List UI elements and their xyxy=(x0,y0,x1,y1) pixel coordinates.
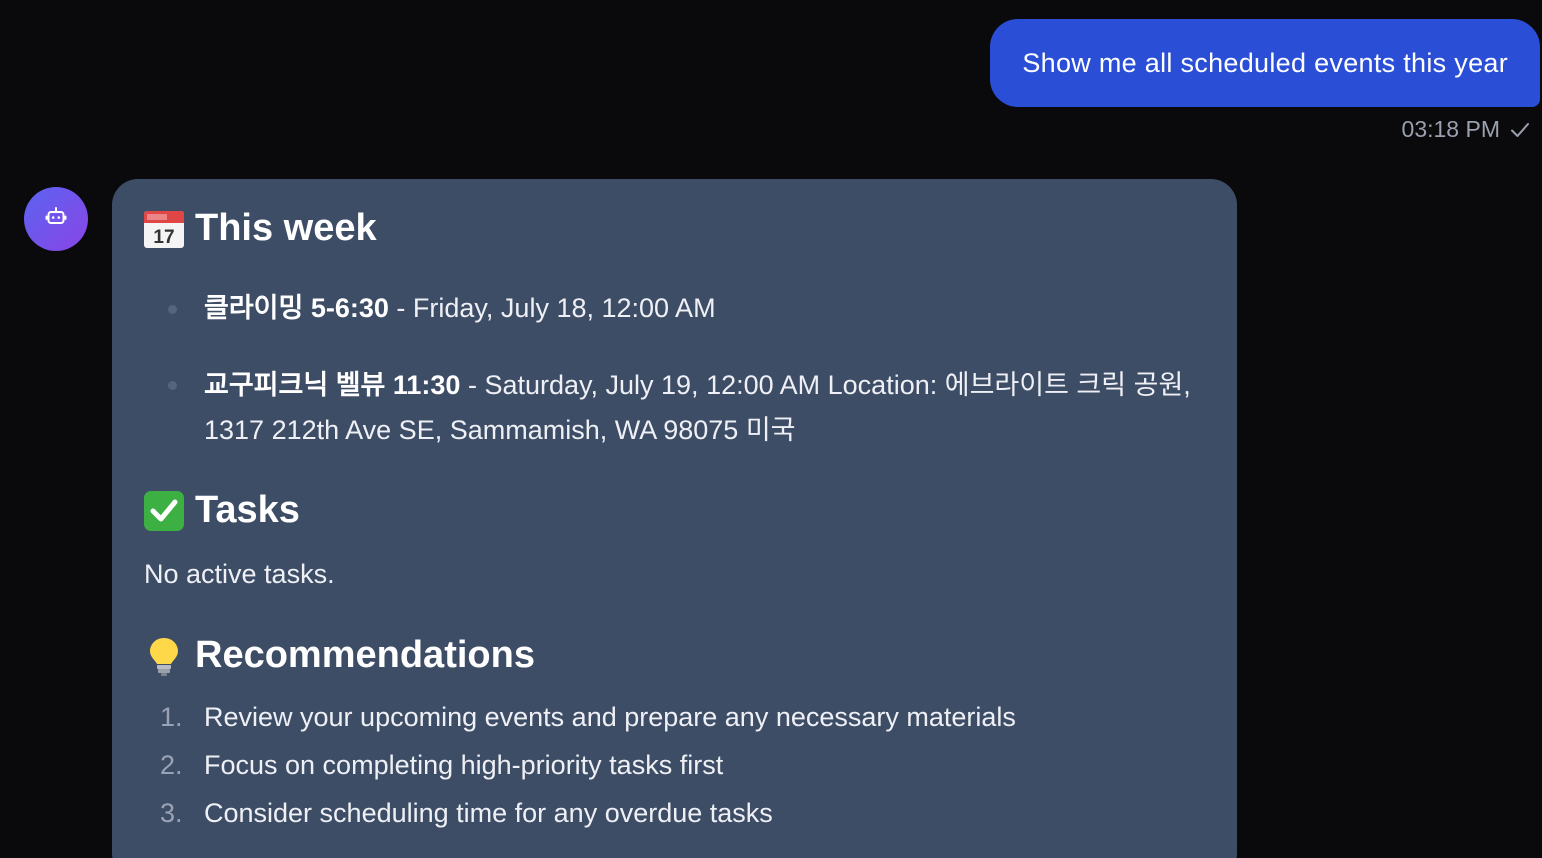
lightbulb-icon xyxy=(143,635,185,677)
recommendation-item: 1. Review your upcoming events and prepa… xyxy=(160,702,1016,733)
robot-icon xyxy=(45,206,67,233)
calendar-icon: 17 xyxy=(143,208,185,250)
checkmark-icon xyxy=(143,490,185,532)
section-title-week: This week xyxy=(195,207,377,249)
list-number: 2. xyxy=(160,750,183,780)
section-heading-tasks: Tasks xyxy=(143,489,300,532)
message-meta: 03:18 PM xyxy=(1402,116,1530,143)
assistant-message-card: 17 This week 클라이밍 5-6:30 - Friday, July … xyxy=(112,179,1237,858)
list-bullet xyxy=(168,381,177,390)
recommendation-text: Focus on completing high-priority tasks … xyxy=(204,750,724,780)
section-title-recommendations: Recommendations xyxy=(195,634,535,676)
chat-view: Show me all scheduled events this year 0… xyxy=(0,0,1542,858)
user-message-bubble: Show me all scheduled events this year xyxy=(990,19,1540,107)
tasks-empty-text: No active tasks. xyxy=(144,559,335,589)
event-item: 교구피크닉 벨뷰 11:30 - Saturday, July 19, 12:0… xyxy=(204,363,1204,453)
recommendation-item: 3. Consider scheduling time for any over… xyxy=(160,798,773,829)
user-message-text: Show me all scheduled events this year xyxy=(1022,47,1508,78)
event-name: 교구피크닉 벨뷰 11:30 xyxy=(204,370,461,400)
list-number: 3. xyxy=(160,798,183,828)
list-bullet xyxy=(168,305,177,314)
recommendation-item: 2. Focus on completing high-priority tas… xyxy=(160,750,723,781)
event-item: 클라이밍 5-6:30 - Friday, July 18, 12:00 AM xyxy=(204,286,1204,331)
check-icon xyxy=(1510,122,1530,138)
section-heading-week: 17 This week xyxy=(143,207,377,250)
section-title-tasks: Tasks xyxy=(195,489,300,531)
message-time: 03:18 PM xyxy=(1401,116,1500,142)
event-details: - Friday, July 18, 12:00 AM xyxy=(388,293,716,323)
assistant-avatar xyxy=(24,187,88,251)
svg-text:17: 17 xyxy=(153,227,174,248)
section-heading-recommendations: Recommendations xyxy=(143,634,535,677)
list-number: 1. xyxy=(160,702,183,732)
recommendation-text: Review your upcoming events and prepare … xyxy=(204,702,1016,732)
recommendation-text: Consider scheduling time for any overdue… xyxy=(204,798,773,828)
event-name: 클라이밍 5-6:30 xyxy=(204,293,389,323)
